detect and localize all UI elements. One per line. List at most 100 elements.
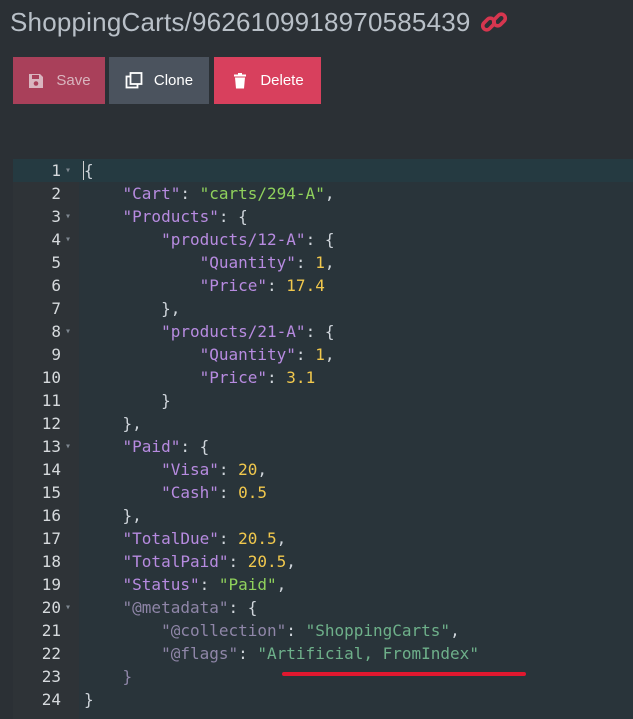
code-token: 3.1 xyxy=(286,368,316,387)
line-number: 24 xyxy=(41,690,61,709)
code-token: "Price" xyxy=(199,276,268,295)
code-line: 23 } xyxy=(13,665,633,688)
fold-toggle-icon[interactable]: ▾ xyxy=(65,205,71,228)
code-token: : xyxy=(199,575,219,594)
code-text: }, xyxy=(84,504,142,527)
fold-toggle-icon[interactable]: ▾ xyxy=(65,228,71,251)
code-token: : { xyxy=(305,322,335,341)
code-token: , xyxy=(276,529,287,548)
code-token: : xyxy=(286,621,306,640)
fold-toggle-icon[interactable]: ▾ xyxy=(65,596,71,619)
delete-label: Delete xyxy=(260,72,304,89)
line-number: 4 xyxy=(51,230,61,249)
code-text: "Paid": { xyxy=(84,435,210,458)
code-text: "Price": 3.1 xyxy=(84,366,316,389)
code-text: "Price": 17.4 xyxy=(84,274,325,297)
code-line: 12 }, xyxy=(13,412,633,435)
code-token: 20.5 xyxy=(238,529,277,548)
code-line: 8 ▾ "products/21-A": { xyxy=(13,320,633,343)
code-token: } xyxy=(84,690,94,709)
code-text: "@collection": "ShoppingCarts", xyxy=(84,619,460,642)
line-number: 18 xyxy=(41,552,61,571)
code-text: "Products": { xyxy=(84,205,248,228)
code-line: 24} xyxy=(13,688,633,711)
code-line: 15 "Cash": 0.5 xyxy=(13,481,633,504)
code-token: }, xyxy=(84,299,181,318)
code-token: , xyxy=(324,184,335,203)
code-token: 1 xyxy=(315,345,325,364)
code-token: "Paid" xyxy=(218,575,277,594)
code-token: "Visa" xyxy=(161,460,219,479)
code-token: "TotalPaid" xyxy=(122,552,229,571)
code-token: "Products" xyxy=(122,207,219,226)
code-token: "@flags" xyxy=(161,644,239,663)
fold-toggle-icon[interactable]: ▾ xyxy=(65,320,71,343)
code-token: , xyxy=(324,345,335,364)
delete-button[interactable]: Delete xyxy=(214,57,321,104)
code-text: } xyxy=(84,688,94,711)
clone-button[interactable]: Clone xyxy=(109,57,209,104)
code-token: : { xyxy=(180,437,210,456)
line-number: 5 xyxy=(51,253,61,272)
text-cursor xyxy=(83,161,84,180)
clone-label: Clone xyxy=(153,72,194,89)
code-line: 10 "Price": 3.1 xyxy=(13,366,633,389)
code-token: : xyxy=(218,460,239,479)
line-number: 22 xyxy=(41,644,61,663)
save-button[interactable]: Save xyxy=(13,57,105,104)
code-text: }, xyxy=(84,297,180,320)
fold-toggle-icon[interactable]: ▾ xyxy=(65,435,71,458)
line-number: 1 xyxy=(51,161,61,180)
code-token: } xyxy=(84,667,133,686)
fold-toggle-icon[interactable]: ▾ xyxy=(65,159,71,182)
code-line: 2 "Cart": "carts/294-A", xyxy=(13,182,633,205)
code-text: "Visa": 20, xyxy=(84,458,267,481)
code-text: }, xyxy=(84,412,142,435)
code-line: 17 "TotalDue": 20.5, xyxy=(13,527,633,550)
code-token: "products/12-A" xyxy=(161,230,306,249)
line-number: 14 xyxy=(41,460,61,479)
code-token: 0.5 xyxy=(238,483,268,502)
code-text: } xyxy=(84,665,133,688)
code-token: "carts/294-A" xyxy=(199,184,325,203)
code-token: }, xyxy=(84,414,142,433)
code-token: : { xyxy=(218,207,248,226)
code-token: , xyxy=(324,253,335,272)
code-token: , xyxy=(276,575,287,594)
code-token: , xyxy=(450,621,460,640)
line-number: 8 xyxy=(51,322,61,341)
code-line: 13 ▾ "Paid": { xyxy=(13,435,633,458)
code-text: } xyxy=(84,389,171,412)
code-token: "Cash" xyxy=(161,483,219,502)
link-icon[interactable] xyxy=(479,7,509,37)
toolbar: Save Clone Delete xyxy=(13,57,321,104)
code-line: 6 "Price": 17.4 xyxy=(13,274,633,297)
line-number: 20 xyxy=(41,598,61,617)
line-number: 9 xyxy=(51,345,61,364)
code-text: "Cart": "carts/294-A", xyxy=(84,182,335,205)
code-line: 20 ▾ "@metadata": { xyxy=(13,596,633,619)
line-number: 2 xyxy=(51,184,61,203)
code-token: : xyxy=(180,184,200,203)
code-line: 7 }, xyxy=(13,297,633,320)
code-text: { xyxy=(84,159,94,182)
code-line: 19 "Status": "Paid", xyxy=(13,573,633,596)
json-editor[interactable]: 1 ▾{2 "Cart": "carts/294-A", 3 ▾ "Products"… xyxy=(13,159,633,719)
code-token: "products/21-A" xyxy=(161,322,306,341)
line-number: 17 xyxy=(41,529,61,548)
code-line: 3 ▾ "Products": { xyxy=(13,205,633,228)
